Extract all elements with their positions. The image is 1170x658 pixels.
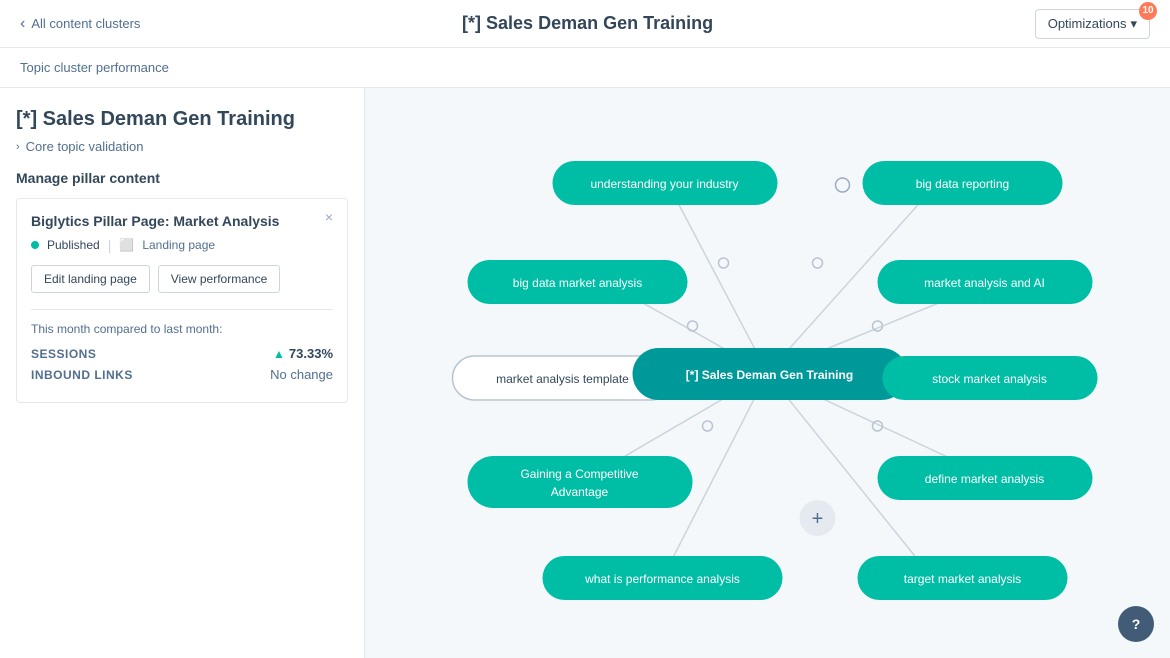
main-layout: [*] Sales Deman Gen Training › Core topi… [0, 88, 1170, 658]
svg-text:Gaining a Competitive: Gaining a Competitive [520, 467, 638, 481]
optimizations-badge: 10 [1139, 2, 1157, 20]
manage-pillar-title: Manage pillar content [16, 170, 348, 186]
svg-text:big data reporting: big data reporting [916, 177, 1009, 191]
svg-text:target market analysis: target market analysis [904, 572, 1021, 586]
sessions-label: SESSIONS [31, 347, 96, 361]
svg-text:understanding your industry: understanding your industry [590, 177, 738, 191]
topic-cluster-link[interactable]: Topic cluster performance [20, 60, 169, 75]
landing-page-icon: ⬜ [119, 238, 134, 252]
svg-text:what is performance analysis: what is performance analysis [584, 572, 740, 586]
left-panel-title: [*] Sales Deman Gen Training [16, 108, 348, 131]
topic-viz: understanding your industry big data rep… [365, 88, 1170, 658]
inbound-links-row: INBOUND LINKS No change [31, 367, 333, 382]
inbound-links-label: INBOUND LINKS [31, 368, 133, 382]
core-topic-row[interactable]: › Core topic validation [16, 139, 348, 154]
help-button[interactable]: ? [1118, 606, 1154, 642]
published-dot [31, 241, 39, 249]
card-actions: Edit landing page View performance [31, 265, 333, 293]
pillar-card: × Biglytics Pillar Page: Market Analysis… [16, 198, 348, 403]
page-title: [*] Sales Deman Gen Training [140, 13, 1034, 34]
chevron-down-icon: ▾ [1130, 16, 1137, 32]
svg-text:market analysis and AI: market analysis and AI [924, 276, 1045, 290]
svg-text:define market analysis: define market analysis [925, 472, 1044, 486]
back-button[interactable]: ‹ All content clusters [20, 15, 140, 33]
edit-landing-page-button[interactable]: Edit landing page [31, 265, 150, 293]
sessions-up-icon: ▲ [273, 347, 285, 361]
sessions-value: ▲ 73.33% [273, 346, 333, 361]
svg-text:big data market analysis: big data market analysis [513, 276, 642, 290]
card-divider [31, 309, 333, 310]
meta-separator: | [108, 237, 112, 253]
sessions-number: 73.33% [289, 346, 333, 361]
right-panel: understanding your industry big data rep… [365, 88, 1170, 658]
node-competitive[interactable] [468, 456, 693, 508]
top-nav: ‹ All content clusters [*] Sales Deman G… [0, 0, 1170, 48]
card-close-button[interactable]: × [319, 207, 339, 227]
svg-text:+: + [812, 508, 824, 530]
optimizations-button[interactable]: Optimizations ▾ 10 [1035, 9, 1150, 39]
svg-text:[*] Sales Deman Gen Training: [*] Sales Deman Gen Training [686, 368, 853, 382]
chevron-right-icon: › [16, 141, 20, 153]
stats-header: This month compared to last month: [31, 322, 333, 336]
card-title: Biglytics Pillar Page: Market Analysis [31, 213, 333, 229]
published-label: Published [47, 238, 100, 252]
card-meta: Published | ⬜ Landing page [31, 237, 333, 253]
left-panel: [*] Sales Deman Gen Training › Core topi… [0, 88, 365, 658]
sessions-row: SESSIONS ▲ 73.33% [31, 346, 333, 361]
back-arrow-icon: ‹ [20, 15, 25, 33]
svg-text:market analysis template: market analysis template [496, 372, 629, 386]
core-topic-label: Core topic validation [26, 139, 144, 154]
help-icon: ? [1132, 616, 1141, 632]
close-icon: × [325, 209, 333, 225]
sub-nav: Topic cluster performance [0, 48, 1170, 88]
view-performance-button[interactable]: View performance [158, 265, 281, 293]
svg-text:Advantage: Advantage [551, 485, 609, 499]
svg-text:stock market analysis: stock market analysis [932, 372, 1047, 386]
landing-page-label: Landing page [142, 238, 215, 252]
optimizations-label: Optimizations [1048, 16, 1127, 31]
inbound-links-value: No change [270, 367, 333, 382]
back-label: All content clusters [31, 16, 140, 31]
